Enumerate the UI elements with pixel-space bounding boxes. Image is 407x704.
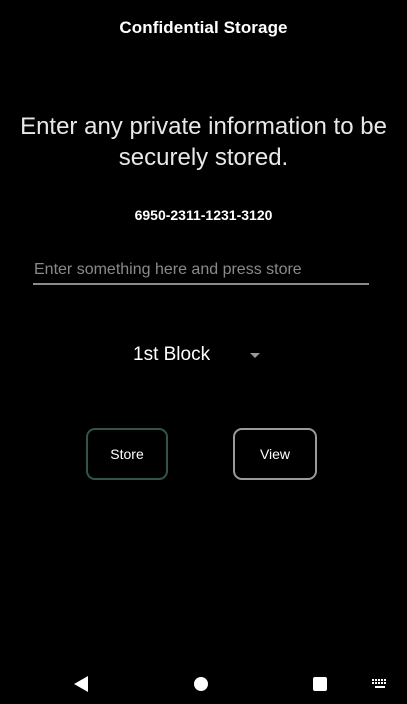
recents-icon[interactable]	[313, 677, 327, 691]
text-input-container	[33, 256, 371, 286]
dropdown-arrow-icon	[250, 353, 260, 358]
view-button[interactable]: View	[233, 428, 317, 480]
input-underline	[33, 283, 369, 285]
system-navigation-bar	[0, 664, 407, 704]
back-icon[interactable]	[74, 676, 88, 692]
store-button[interactable]: Store	[86, 428, 168, 480]
stored-value-text: 6950-2311-1231-3120	[134, 207, 273, 223]
block-selector-value: 1st Block	[133, 344, 211, 365]
app-title: Confidential Storage	[119, 18, 288, 37]
block-selector-dropdown[interactable]: 1st Block	[118, 340, 278, 374]
private-info-input[interactable]	[33, 256, 371, 283]
instruction-text: Enter any private information to be secu…	[20, 113, 387, 171]
home-icon[interactable]	[194, 677, 208, 691]
keyboard-icon[interactable]	[372, 679, 388, 689]
